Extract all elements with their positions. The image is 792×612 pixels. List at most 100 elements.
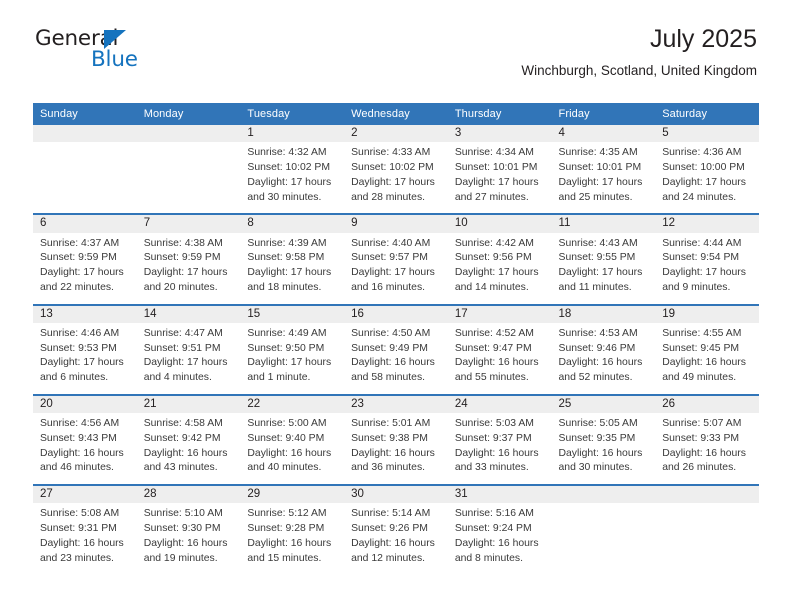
day-cell[interactable]: Sunrise: 4:35 AM Sunset: 10:01 PM Daylig… bbox=[551, 142, 656, 215]
day-cell[interactable]: Sunrise: 4:37 AM Sunset: 9:59 PM Dayligh… bbox=[33, 232, 137, 305]
day-number[interactable]: 28 bbox=[136, 484, 241, 504]
day-number[interactable]: 5 bbox=[655, 125, 759, 143]
day-number[interactable]: 24 bbox=[447, 393, 552, 414]
day-number[interactable]: 23 bbox=[344, 393, 448, 414]
day-number[interactable]: 31 bbox=[447, 484, 552, 504]
day-cell[interactable] bbox=[551, 503, 656, 576]
day-number[interactable]: 19 bbox=[655, 303, 759, 323]
day-cell[interactable]: Sunrise: 4:49 AM Sunset: 9:50 PM Dayligh… bbox=[240, 322, 345, 395]
generalblue-logo[interactable]: General Blue bbox=[35, 28, 205, 76]
day-number[interactable]: 17 bbox=[447, 303, 552, 323]
day-number[interactable]: 9 bbox=[344, 213, 448, 233]
day-cell[interactable]: Sunrise: 4:34 AM Sunset: 10:01 PM Daylig… bbox=[447, 142, 552, 215]
weekday-header-friday: Friday bbox=[551, 103, 656, 125]
day-cell[interactable]: Sunrise: 4:58 AM Sunset: 9:42 PM Dayligh… bbox=[136, 413, 241, 486]
day-cell[interactable]: Sunrise: 4:39 AM Sunset: 9:58 PM Dayligh… bbox=[240, 232, 345, 305]
daylight-text-line2: and 28 minutes. bbox=[351, 191, 426, 203]
sunrise-text: Sunrise: 5:01 AM bbox=[351, 418, 431, 430]
day-cell[interactable]: Sunrise: 5:01 AM Sunset: 9:38 PM Dayligh… bbox=[344, 413, 448, 486]
day-cell[interactable]: Sunrise: 5:05 AM Sunset: 9:35 PM Dayligh… bbox=[551, 413, 656, 486]
daylight-text-line1: Daylight: 16 hours bbox=[558, 357, 643, 369]
day-number[interactable]: 11 bbox=[551, 213, 656, 233]
sunset-text: Sunset: 9:58 PM bbox=[247, 252, 325, 264]
day-cell[interactable]: Sunrise: 4:50 AM Sunset: 9:49 PM Dayligh… bbox=[344, 322, 448, 395]
day-number[interactable]: 15 bbox=[240, 303, 345, 323]
day-cell[interactable]: Sunrise: 4:46 AM Sunset: 9:53 PM Dayligh… bbox=[33, 322, 137, 395]
day-number[interactable]: 29 bbox=[240, 484, 345, 504]
sunset-text: Sunset: 9:56 PM bbox=[454, 252, 532, 264]
day-cell[interactable]: Sunrise: 5:07 AM Sunset: 9:33 PM Dayligh… bbox=[655, 413, 759, 486]
daylight-text-line1: Daylight: 16 hours bbox=[662, 447, 746, 459]
day-number[interactable]: 3 bbox=[447, 125, 552, 143]
daylight-text-line1: Daylight: 16 hours bbox=[351, 357, 435, 369]
daylight-text-line2: and 30 minutes. bbox=[558, 462, 633, 474]
day-number[interactable] bbox=[655, 484, 759, 504]
day-number[interactable]: 26 bbox=[655, 393, 759, 414]
daylight-text-line1: Daylight: 17 hours bbox=[143, 267, 228, 279]
day-number[interactable]: 21 bbox=[136, 393, 241, 414]
day-cell[interactable]: Sunrise: 4:40 AM Sunset: 9:57 PM Dayligh… bbox=[344, 232, 448, 305]
sunset-text: Sunset: 9:53 PM bbox=[40, 342, 117, 354]
day-cell[interactable]: Sunrise: 4:47 AM Sunset: 9:51 PM Dayligh… bbox=[136, 322, 241, 395]
day-number[interactable]: 2 bbox=[344, 125, 448, 143]
day-cell[interactable]: Sunrise: 4:55 AM Sunset: 9:45 PM Dayligh… bbox=[655, 322, 759, 395]
day-cell[interactable]: Sunrise: 5:03 AM Sunset: 9:37 PM Dayligh… bbox=[447, 413, 552, 486]
day-cell[interactable]: Sunrise: 5:14 AM Sunset: 9:26 PM Dayligh… bbox=[344, 503, 448, 576]
sunrise-text: Sunrise: 4:58 AM bbox=[143, 418, 223, 430]
day-cell[interactable]: Sunrise: 4:42 AM Sunset: 9:56 PM Dayligh… bbox=[447, 232, 552, 305]
sunrise-text: Sunrise: 5:10 AM bbox=[143, 508, 223, 520]
day-cell[interactable]: Sunrise: 4:33 AM Sunset: 10:02 PM Daylig… bbox=[344, 142, 448, 215]
daylight-text-line2: and 49 minutes. bbox=[662, 372, 737, 384]
day-cell[interactable] bbox=[655, 503, 759, 576]
daylight-text-line1: Daylight: 16 hours bbox=[351, 537, 435, 549]
day-cell[interactable]: Sunrise: 4:43 AM Sunset: 9:55 PM Dayligh… bbox=[551, 232, 656, 305]
day-cell[interactable]: Sunrise: 5:10 AM Sunset: 9:30 PM Dayligh… bbox=[136, 503, 241, 576]
day-cell[interactable] bbox=[33, 142, 137, 215]
daylight-text-line2: and 43 minutes. bbox=[143, 462, 218, 474]
day-cell[interactable]: Sunrise: 4:44 AM Sunset: 9:54 PM Dayligh… bbox=[655, 232, 759, 305]
day-cell[interactable]: Sunrise: 5:16 AM Sunset: 9:24 PM Dayligh… bbox=[447, 503, 552, 576]
sunset-text: Sunset: 10:02 PM bbox=[247, 161, 331, 173]
day-number[interactable]: 27 bbox=[33, 484, 137, 504]
day-cell[interactable]: Sunrise: 5:00 AM Sunset: 9:40 PM Dayligh… bbox=[240, 413, 345, 486]
sunset-text: Sunset: 9:49 PM bbox=[351, 342, 428, 354]
day-number[interactable] bbox=[551, 484, 656, 504]
day-cell[interactable]: Sunrise: 5:08 AM Sunset: 9:31 PM Dayligh… bbox=[33, 503, 137, 576]
day-number[interactable]: 1 bbox=[240, 125, 345, 143]
day-number[interactable]: 14 bbox=[136, 303, 241, 323]
sunset-text: Sunset: 9:28 PM bbox=[247, 523, 325, 535]
day-cell[interactable]: Sunrise: 4:36 AM Sunset: 10:00 PM Daylig… bbox=[655, 142, 759, 215]
daylight-text-line2: and 30 minutes. bbox=[247, 191, 322, 203]
day-number[interactable] bbox=[33, 125, 137, 143]
day-number[interactable]: 13 bbox=[33, 303, 137, 323]
day-number[interactable]: 10 bbox=[447, 213, 552, 233]
calendar-grid: Sunday Monday Tuesday Wednesday Thursday… bbox=[33, 103, 759, 576]
day-cell[interactable]: Sunrise: 4:52 AM Sunset: 9:47 PM Dayligh… bbox=[447, 322, 552, 395]
sunrise-text: Sunrise: 5:07 AM bbox=[662, 418, 742, 430]
day-number[interactable]: 25 bbox=[551, 393, 656, 414]
day-cell[interactable]: Sunrise: 5:12 AM Sunset: 9:28 PM Dayligh… bbox=[240, 503, 345, 576]
day-number[interactable]: 30 bbox=[344, 484, 448, 504]
day-number[interactable]: 16 bbox=[344, 303, 448, 323]
day-number[interactable]: 12 bbox=[655, 213, 759, 233]
daylight-text-line1: Daylight: 17 hours bbox=[351, 267, 435, 279]
day-number[interactable] bbox=[136, 125, 241, 143]
sunrise-text: Sunrise: 5:12 AM bbox=[247, 508, 327, 520]
day-number[interactable]: 4 bbox=[551, 125, 656, 143]
day-cell[interactable]: Sunrise: 4:56 AM Sunset: 9:43 PM Dayligh… bbox=[33, 413, 137, 486]
day-cell[interactable] bbox=[136, 142, 241, 215]
sunset-text: Sunset: 10:02 PM bbox=[351, 161, 434, 173]
day-number[interactable]: 8 bbox=[240, 213, 345, 233]
day-cell[interactable]: Sunrise: 4:32 AM Sunset: 10:02 PM Daylig… bbox=[240, 142, 345, 215]
day-number[interactable]: 20 bbox=[33, 393, 137, 414]
page-subtitle: Winchburgh, Scotland, United Kingdom bbox=[521, 62, 757, 78]
day-number[interactable]: 6 bbox=[33, 213, 137, 233]
day-number[interactable]: 22 bbox=[240, 393, 345, 414]
day-number[interactable]: 18 bbox=[551, 303, 656, 323]
day-cell[interactable]: Sunrise: 4:53 AM Sunset: 9:46 PM Dayligh… bbox=[551, 322, 656, 395]
day-number[interactable]: 7 bbox=[136, 213, 241, 233]
week-date-row: 27 28 29 30 31 bbox=[33, 484, 759, 504]
daylight-text-line2: and 11 minutes. bbox=[558, 281, 632, 293]
day-cell[interactable]: Sunrise: 4:38 AM Sunset: 9:59 PM Dayligh… bbox=[136, 232, 241, 305]
sunrise-text: Sunrise: 4:55 AM bbox=[662, 327, 742, 339]
